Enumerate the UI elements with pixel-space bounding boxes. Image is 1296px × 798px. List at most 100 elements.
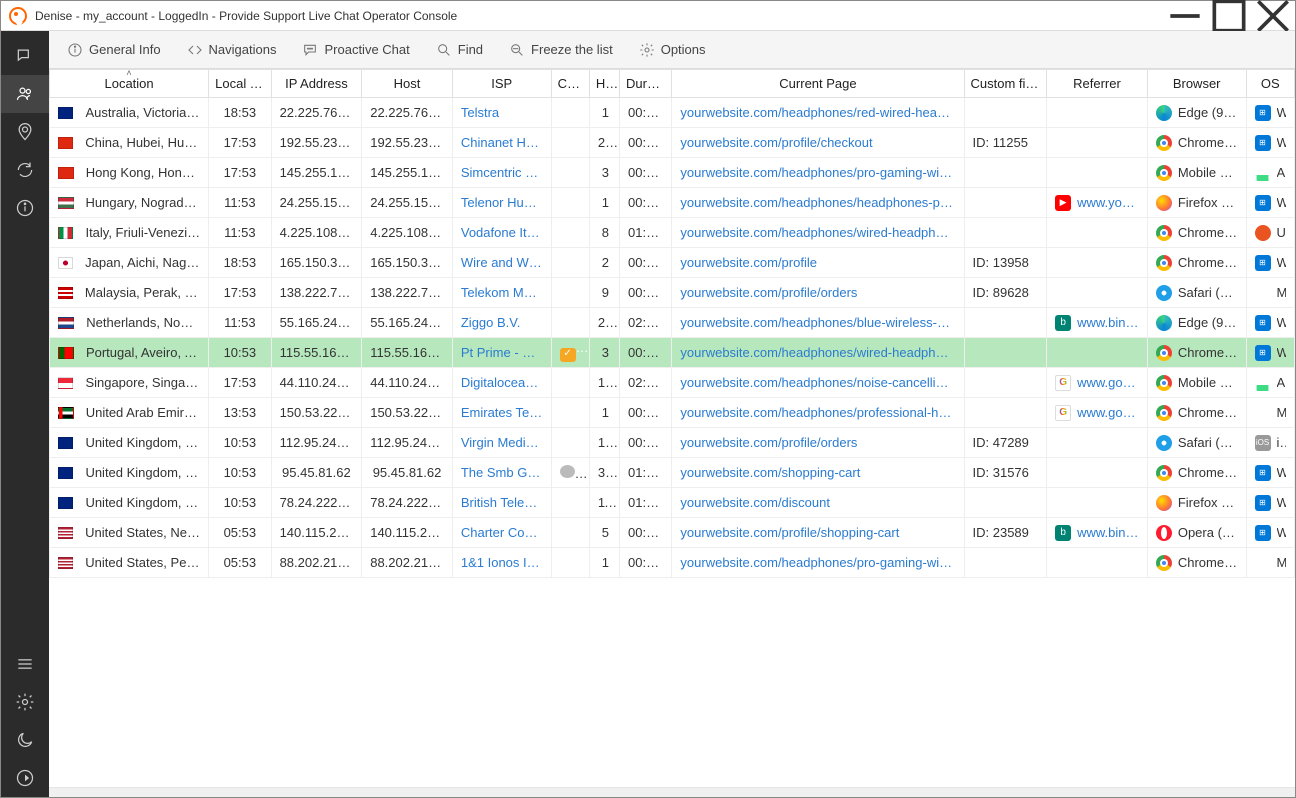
column-header[interactable]: Custom fileds <box>964 70 1047 98</box>
close-button[interactable] <box>1251 1 1295 31</box>
isp-link[interactable]: Telstra <box>452 98 551 128</box>
referrer-cell[interactable]: bwww.bing.co... <box>1047 518 1148 548</box>
column-header[interactable]: Chat <box>551 70 589 98</box>
current-page-link[interactable]: yourwebsite.com/discount <box>672 488 964 518</box>
column-header[interactable]: ISP <box>452 70 551 98</box>
isp-link[interactable]: British Telecom... <box>452 488 551 518</box>
table-row[interactable]: Malaysia, Perak, Ipoh, ...17:53138.222.7… <box>50 278 1295 308</box>
table-row[interactable]: Portugal, Aveiro, Ave...10:53115.55.166.… <box>50 338 1295 368</box>
table-row[interactable]: Hungary, Nograd, Kar...11:5324.255.156.6… <box>50 188 1295 218</box>
referrer-cell[interactable] <box>1047 338 1148 368</box>
current-page-link[interactable]: yourwebsite.com/shopping-cart <box>672 458 964 488</box>
minimize-button[interactable] <box>1163 1 1207 31</box>
isp-link[interactable]: Simcentric Solu... <box>452 158 551 188</box>
column-header[interactable]: Browser <box>1147 70 1246 98</box>
isp-link[interactable]: Ziggo B.V. <box>452 308 551 338</box>
referrer-cell[interactable]: Gwww.google.... <box>1047 398 1148 428</box>
current-page-link[interactable]: yourwebsite.com/headphones/red-wired-hea… <box>672 98 964 128</box>
referrer-cell[interactable] <box>1047 158 1148 188</box>
column-header[interactable]: Hits <box>589 70 619 98</box>
column-header[interactable]: Host <box>362 70 453 98</box>
current-page-link[interactable]: yourwebsite.com/headphones/pro-gaming-wi… <box>672 158 964 188</box>
table-row[interactable]: Hong Kong, Hong Ko...17:53145.255.125.55… <box>50 158 1295 188</box>
isp-link[interactable]: 1&1 Ionos Inc. <box>452 548 551 578</box>
referrer-cell[interactable] <box>1047 98 1148 128</box>
current-page-link[interactable]: yourwebsite.com/headphones/wired-headpho… <box>672 218 964 248</box>
isp-link[interactable]: Virgin Media Li... <box>452 428 551 458</box>
referrer-cell[interactable] <box>1047 548 1148 578</box>
table-row[interactable]: Singapore, Singapore...17:5344.110.246.8… <box>50 368 1295 398</box>
current-page-link[interactable]: yourwebsite.com/headphones/wired-headpho… <box>672 338 964 368</box>
referrer-cell[interactable] <box>1047 278 1148 308</box>
referrer-cell[interactable]: Gwww.google.... <box>1047 368 1148 398</box>
column-header[interactable]: Current Page <box>672 70 964 98</box>
column-header[interactable]: Referrer <box>1047 70 1148 98</box>
table-row[interactable]: United States, New Yo...05:53140.115.206… <box>50 518 1295 548</box>
current-page-link[interactable]: yourwebsite.com/profile/orders <box>672 278 964 308</box>
table-row[interactable]: China, Hubei, Huangg...17:53192.55.23.22… <box>50 128 1295 158</box>
isp-link[interactable]: Digitalocean Llc <box>452 368 551 398</box>
toolbar-find[interactable]: Find <box>424 38 495 62</box>
column-header[interactable]: OS <box>1246 70 1294 98</box>
sidebar-item-rooms[interactable] <box>1 37 49 75</box>
table-row[interactable]: Italy, Friuli-Venezia Gi...11:534.225.10… <box>50 218 1295 248</box>
isp-link[interactable]: Wire and Wirel... <box>452 248 551 278</box>
referrer-cell[interactable] <box>1047 488 1148 518</box>
table-row[interactable]: United Kingdom, Engl...10:5378.24.222.14… <box>50 488 1295 518</box>
table-row[interactable]: United Kingdom, Engl...10:5395.45.81.629… <box>50 458 1295 488</box>
isp-link[interactable]: Telekom Malay... <box>452 278 551 308</box>
current-page-link[interactable]: yourwebsite.com/headphones/headphones-po… <box>672 188 964 218</box>
table-row[interactable]: Australia, Victoria, Ge...18:5322.225.76… <box>50 98 1295 128</box>
sidebar-item-logout[interactable] <box>1 759 49 797</box>
column-header[interactable]: Location˄ <box>50 70 209 98</box>
toolbar-proactive-chat[interactable]: Proactive Chat <box>290 38 421 62</box>
referrer-cell[interactable] <box>1047 428 1148 458</box>
sidebar-item-info[interactable] <box>1 189 49 227</box>
table-row[interactable]: Netherlands, Noord-...11:5355.165.245.21… <box>50 308 1295 338</box>
isp-link[interactable]: Charter Commu... <box>452 518 551 548</box>
referrer-cell[interactable] <box>1047 218 1148 248</box>
current-page-link[interactable]: yourwebsite.com/profile/checkout <box>672 128 964 158</box>
visitors-table-wrap[interactable]: Location˄Local TimeIP AddressHostISPChat… <box>49 69 1295 787</box>
table-row[interactable]: Japan, Aichi, Nagoya, ...18:53165.150.38… <box>50 248 1295 278</box>
table-row[interactable]: United States, Pennsy...05:5388.202.215.… <box>50 548 1295 578</box>
toolbar-navigations[interactable]: Navigations <box>175 38 289 62</box>
isp-link[interactable]: Pt Prime - Solu... <box>452 338 551 368</box>
isp-link[interactable]: Vodafone Italia ... <box>452 218 551 248</box>
sidebar-item-refresh[interactable] <box>1 151 49 189</box>
isp-link[interactable]: The Smb Group <box>452 458 551 488</box>
current-page-link[interactable]: yourwebsite.com/headphones/noise-cancell… <box>672 368 964 398</box>
current-page-link[interactable]: yourwebsite.com/profile/shopping-cart <box>672 518 964 548</box>
column-header[interactable]: IP Address <box>271 70 362 98</box>
sidebar-item-menu[interactable] <box>1 645 49 683</box>
referrer-cell[interactable] <box>1047 458 1148 488</box>
toolbar-options[interactable]: Options <box>627 38 718 62</box>
horizontal-scrollbar[interactable] <box>49 787 1295 797</box>
maximize-button[interactable] <box>1207 1 1251 31</box>
current-page-link[interactable]: yourwebsite.com/headphones/professional-… <box>672 398 964 428</box>
referrer-cell[interactable] <box>1047 248 1148 278</box>
current-page-link[interactable]: yourwebsite.com/headphones/pro-gaming-wi… <box>672 548 964 578</box>
current-page-link[interactable]: yourwebsite.com/profile/orders <box>672 428 964 458</box>
hits: 10 <box>589 428 619 458</box>
current-page-link[interactable]: yourwebsite.com/headphones/blue-wireless… <box>672 308 964 338</box>
toolbar-general-info[interactable]: General Info <box>55 38 173 62</box>
isp-link[interactable]: Chinanet Hube... <box>452 128 551 158</box>
table-row[interactable]: United Kingdom, Engl...10:53112.95.240.5… <box>50 428 1295 458</box>
local-time: 17:53 <box>209 368 271 398</box>
referrer-cell[interactable]: bwww.bing.co... <box>1047 308 1148 338</box>
table-row[interactable]: United Arab Emirates...13:53150.53.221.7… <box>50 398 1295 428</box>
referrer-cell[interactable] <box>1047 128 1148 158</box>
sidebar-item-settings[interactable] <box>1 683 49 721</box>
sidebar-item-visitors[interactable] <box>1 75 49 113</box>
sidebar-item-night[interactable] <box>1 721 49 759</box>
isp-link[interactable]: Telenor Hungar... <box>452 188 551 218</box>
referrer-cell[interactable]: ▶www.youtub... <box>1047 188 1148 218</box>
column-header[interactable]: Duration <box>620 70 672 98</box>
windows-icon: ⊞ <box>1255 195 1271 211</box>
isp-link[interactable]: Emirates Teleco... <box>452 398 551 428</box>
sidebar-item-location[interactable] <box>1 113 49 151</box>
current-page-link[interactable]: yourwebsite.com/profile <box>672 248 964 278</box>
toolbar-freeze[interactable]: Freeze the list <box>497 38 625 62</box>
column-header[interactable]: Local Time <box>209 70 271 98</box>
